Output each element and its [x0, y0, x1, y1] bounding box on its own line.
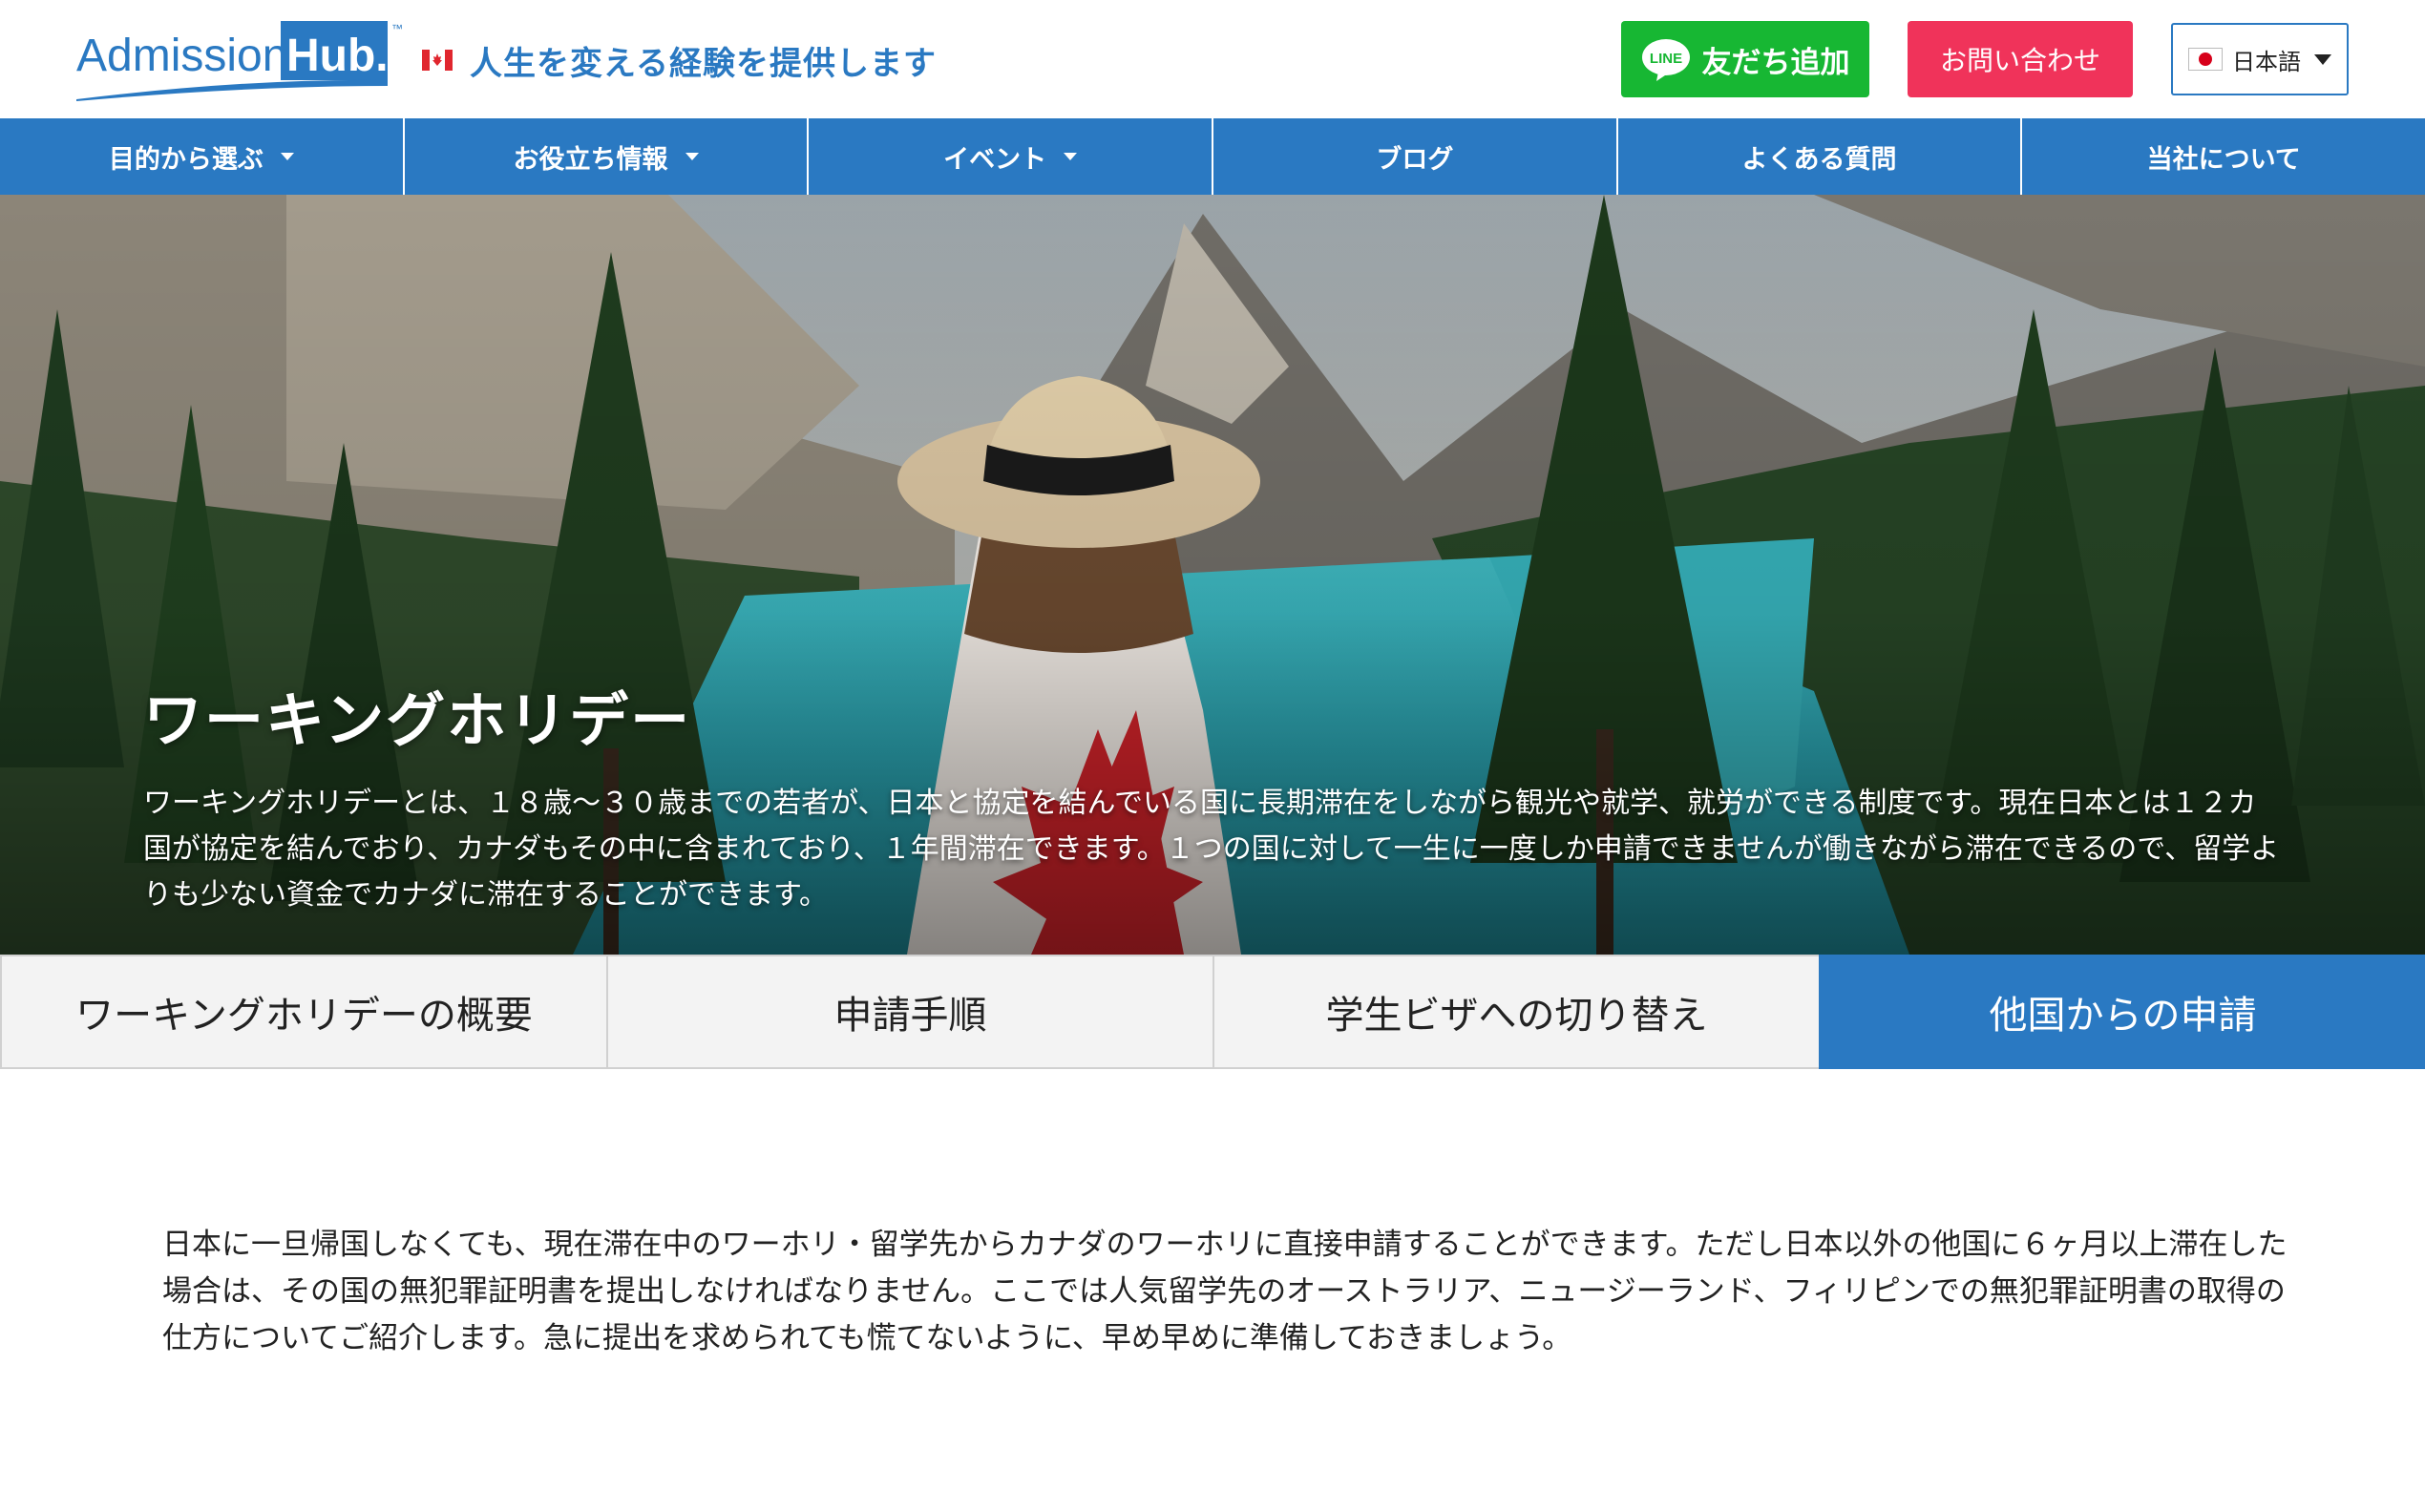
language-label: 日本語	[2232, 48, 2301, 75]
site-header: Admission Hub. ™ 人生を変える経験を提供します LINE 友だち…	[0, 0, 2425, 118]
chevron-down-icon	[280, 153, 294, 160]
tab-label: 申請手順	[833, 994, 987, 1038]
line-add-friend-button[interactable]: LINE 友だち追加	[1621, 21, 1869, 97]
tab-student-visa-switch[interactable]: 学生ビザへの切り替え	[1212, 955, 1819, 1069]
nav-item-events[interactable]: イベント	[809, 118, 1214, 195]
hero-banner: ワーキングホリデー ワーキングホリデーとは、１８歳〜３０歳までの若者が、日本と協…	[0, 195, 2425, 955]
nav-item-label: イベント	[943, 144, 1047, 175]
line-button-label: 友だち追加	[1701, 45, 1850, 80]
nav-item-blog[interactable]: ブログ	[1213, 118, 1618, 195]
nav-item-faq[interactable]: よくある質問	[1618, 118, 2023, 195]
chevron-down-icon	[1064, 153, 1078, 160]
chevron-down-icon	[685, 153, 699, 160]
japan-flag-icon	[2188, 48, 2223, 71]
nav-item-label: よくある質問	[1741, 144, 1897, 175]
hero-title: ワーキングホリデー	[143, 685, 692, 755]
tab-label: 他国からの申請	[1989, 994, 2257, 1038]
nav-item-label: 目的から選ぶ	[108, 144, 264, 175]
tab-apply-from-other-country[interactable]: 他国からの申請	[1819, 955, 2425, 1069]
nav-item-label: 当社について	[2146, 144, 2301, 175]
hero-description: ワーキングホリデーとは、１８歳〜３０歳までの若者が、日本と協定を結んでいる国に長…	[143, 787, 2280, 912]
section-tabs: ワーキングホリデーの概要 申請手順 学生ビザへの切り替え 他国からの申請	[0, 955, 2425, 1069]
tagline: 人生を変える経験を提供します	[422, 36, 937, 84]
intro-paragraph: 日本に一旦帰国しなくても、現在滞在中のワーホリ・留学先からカナダのワーホリに直接…	[162, 1228, 2288, 1355]
nav-item-label: お役立ち情報	[513, 144, 668, 175]
language-select[interactable]: 日本語	[2171, 23, 2349, 95]
line-icon: LINE	[1641, 39, 1690, 81]
logo-hub-text: Hub.	[286, 31, 389, 81]
tab-label: 学生ビザへの切り替え	[1325, 994, 1708, 1038]
tab-application-steps[interactable]: 申請手順	[606, 955, 1212, 1069]
tab-overview[interactable]: ワーキングホリデーの概要	[0, 955, 606, 1069]
logo-admission-text: Admission	[76, 31, 287, 81]
contact-button[interactable]: お問い合わせ	[1908, 21, 2133, 97]
tagline-text: 人生を変える経験を提供します	[470, 44, 937, 83]
nav-item-useful-info[interactable]: お役立ち情報	[405, 118, 810, 195]
contact-button-label: お問い合わせ	[1939, 45, 2100, 76]
main-nav: 目的から選ぶ お役立ち情報 イベント ブログ よくある質問 当社について	[0, 118, 2425, 195]
nav-item-label: ブログ	[1376, 144, 1454, 175]
svg-text:LINE: LINE	[1649, 51, 1681, 67]
tab-label: ワーキングホリデーの概要	[75, 994, 533, 1038]
chevron-down-icon	[2314, 53, 2331, 65]
logo-tm: ™	[391, 22, 403, 35]
admission-hub-logo[interactable]: Admission Hub. ™	[76, 17, 411, 101]
nav-item-purpose[interactable]: 目的から選ぶ	[0, 118, 405, 195]
nav-item-about[interactable]: 当社について	[2022, 118, 2425, 195]
canada-flag-icon	[422, 50, 453, 71]
